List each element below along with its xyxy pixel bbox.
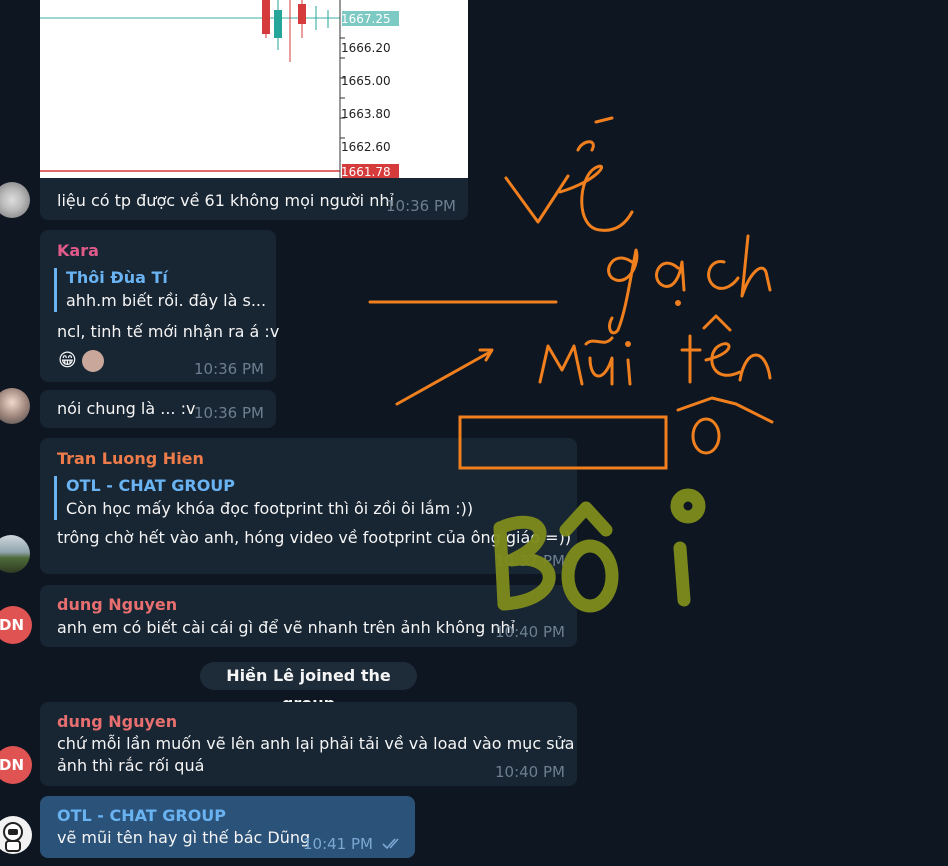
quote-sender: OTL - CHAT GROUP: [66, 476, 236, 495]
avatar[interactable]: [0, 182, 30, 218]
message-time: 10:36 PM: [194, 404, 264, 422]
price-label: 1666.20: [341, 41, 391, 55]
message-text: nói chung là ... :v: [57, 399, 196, 418]
price-label: 1663.80: [341, 107, 391, 121]
avatar-initials: DN: [0, 616, 25, 634]
message-bubble[interactable]: dung Nguyen chứ mỗi lần muốn vẽ lên anh …: [40, 702, 577, 786]
message-time: 10:40 PM: [495, 623, 565, 641]
message-text: liệu có tp được về 61 không mọi người nh…: [57, 191, 394, 210]
quote-sender: Thôi Đùa Tí: [66, 268, 168, 287]
message-time: 10:37 PM: [495, 552, 565, 570]
candlestick-chart-image: [40, 0, 399, 184]
avatar[interactable]: DN: [0, 746, 32, 784]
message-text: ncl, tinh tế mới nhận ra á :v: [57, 322, 280, 341]
message-bubble[interactable]: Kara Thôi Đùa Tí ahh.m biết rồi. đây là …: [40, 230, 280, 382]
avatar[interactable]: DN: [0, 606, 32, 644]
message-time: 10:41 PM: [303, 835, 373, 853]
avatar[interactable]: [0, 816, 32, 854]
avatar-initials: DN: [0, 756, 25, 774]
message-text: vẽ mũi tên hay gì thế bác Dũng: [57, 828, 311, 847]
message-bubble[interactable]: nói chung là ... :v 10:36 PM: [40, 390, 276, 428]
low-price-tag: 1661.78: [341, 165, 391, 179]
reply-quote[interactable]: Thôi Đùa Tí ahh.m biết rồi. đây là s...: [54, 268, 266, 312]
message-bubble[interactable]: Tran Luong Hien OTL - CHAT GROUP Còn học…: [40, 438, 577, 574]
message-time: 10:40 PM: [495, 763, 565, 781]
message-text: trông chờ hết vào anh, hóng video về foo…: [57, 528, 572, 547]
quote-text: ahh.m biết rồi. đây là s...: [66, 291, 267, 310]
service-message: Hiền Lê joined the group: [200, 662, 417, 713]
avatar[interactable]: [0, 388, 30, 424]
current-price-tag: 1667.25: [341, 12, 391, 26]
reaction-emoji[interactable]: 😁: [58, 350, 77, 371]
message-time: 10:36 PM: [194, 360, 264, 378]
price-label: 1662.60: [341, 140, 391, 154]
message-text: anh em có biết cài cái gì để vẽ nhanh tr…: [57, 618, 516, 637]
sender-name[interactable]: dung Nguyen: [57, 595, 177, 614]
message-time: 10:36 PM: [386, 197, 456, 215]
astronaut-icon: [3, 822, 23, 852]
reaction-avatar: [82, 350, 104, 372]
avatar[interactable]: [0, 535, 30, 573]
message-text-line: ảnh thì rắc rối quá: [57, 756, 205, 775]
double-check-icon: [382, 838, 399, 850]
message-bubble-outgoing[interactable]: OTL - CHAT GROUP vẽ mũi tên hay gì thế b…: [40, 796, 415, 858]
reply-quote[interactable]: OTL - CHAT GROUP Còn học mấy khóa đọc fo…: [54, 476, 473, 520]
sender-name[interactable]: Tran Luong Hien: [57, 449, 204, 468]
chart-image-preview[interactable]: 1667.25 1666.20 1665.00 1663.80 1662.60 …: [40, 0, 468, 184]
sender-name[interactable]: dung Nguyen: [57, 712, 177, 731]
message-bubble[interactable]: liệu có tp được về 61 không mọi người nh…: [40, 178, 468, 220]
message-bubble[interactable]: dung Nguyen anh em có biết cài cái gì để…: [40, 585, 577, 647]
price-label: 1665.00: [341, 74, 391, 88]
quote-text: Còn học mấy khóa đọc footprint thì ôi zồ…: [66, 499, 474, 518]
message-text-line: chứ mỗi lần muốn vẽ lên anh lại phải tải…: [57, 734, 575, 753]
sender-name[interactable]: Kara: [57, 241, 99, 260]
sender-name[interactable]: OTL - CHAT GROUP: [57, 806, 226, 825]
